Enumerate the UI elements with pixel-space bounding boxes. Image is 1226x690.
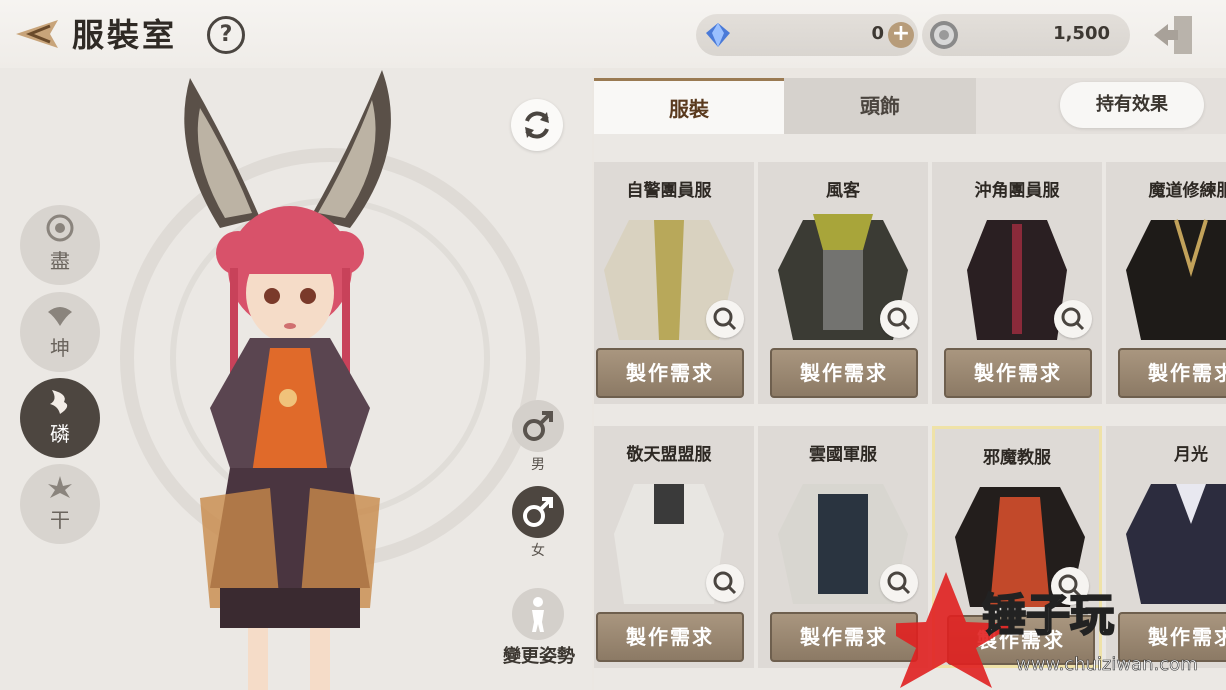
costume-name: 沖角團員服	[974, 181, 1060, 201]
costume-name: 魔道修練服	[1148, 181, 1226, 201]
costume-name: 敬天盟盟服	[626, 445, 712, 465]
craft-requirement-button[interactable]: 製作需求	[1118, 348, 1226, 398]
zoom-icon[interactable]	[706, 564, 744, 602]
craft-requirement-button[interactable]: 製作需求	[596, 348, 744, 398]
back-arrow-icon[interactable]	[10, 14, 62, 54]
exit-door-icon[interactable]	[1150, 12, 1200, 58]
female-icon[interactable]	[512, 486, 564, 538]
watermark-url: www.chuiziwan.com	[1016, 654, 1198, 675]
class-label: 磷	[50, 422, 70, 446]
class-button-lin[interactable]: 磷	[20, 378, 100, 458]
add-gem-button[interactable]: +	[888, 22, 914, 48]
costume-image	[1126, 219, 1226, 340]
owned-effects-button[interactable]: 持有效果	[1060, 82, 1204, 128]
beast-emblem-icon	[48, 307, 72, 326]
costume-card[interactable]: 風客 製作需求	[758, 162, 928, 404]
page-title: 服裝室	[72, 16, 178, 54]
class-label: 干	[50, 508, 70, 532]
tab-costume[interactable]: 服裝	[594, 78, 784, 134]
class-button-gan[interactable]: 干	[20, 464, 100, 544]
pose-figure-icon[interactable]	[512, 588, 564, 640]
female-label: 女	[531, 543, 545, 559]
character-model[interactable]	[160, 68, 420, 690]
gourd-emblem-icon	[46, 214, 74, 242]
costume-card[interactable]: 自警團員服 製作需求	[594, 162, 754, 404]
top-bar: 服裝室 ? 0 + 1,500	[0, 0, 1226, 68]
phoenix-emblem-icon	[50, 390, 68, 414]
silver-currency: 1,500	[922, 14, 1130, 56]
class-label: 盡	[50, 249, 70, 273]
male-label: 男	[531, 457, 545, 473]
zoom-icon[interactable]	[880, 300, 918, 338]
watermark-text: 锤子玩	[982, 590, 1114, 641]
costume-name: 雲國軍服	[809, 445, 877, 465]
lotus-emblem-icon	[48, 476, 72, 498]
costume-name: 月光	[1174, 445, 1208, 465]
silver-amount: 1,500	[1053, 23, 1110, 44]
costume-name: 自警團員服	[626, 181, 712, 201]
costume-card[interactable]: 沖角團員服 製作需求	[932, 162, 1102, 404]
costume-name: 邪魔教服	[983, 448, 1051, 468]
craft-requirement-button[interactable]: 製作需求	[770, 348, 918, 398]
zoom-icon[interactable]	[1054, 300, 1092, 338]
change-pose-label: 變更姿勢	[503, 646, 575, 667]
craft-requirement-button[interactable]: 製作需求	[596, 612, 744, 662]
male-icon[interactable]	[512, 400, 564, 452]
watermark-logo: 锤子玩 www.chuiziwan.com	[896, 572, 1198, 688]
costume-name: 風客	[826, 181, 860, 201]
help-button[interactable]: ?	[207, 16, 245, 54]
tab-headwear[interactable]: 頭飾	[784, 78, 976, 134]
costume-card[interactable]: 敬天盟盟服 製作需求	[594, 426, 754, 668]
gem-amount: 0	[871, 23, 884, 44]
class-button-jin[interactable]: 盡	[20, 205, 100, 285]
silver-coin-icon	[930, 21, 958, 49]
gem-icon	[706, 23, 730, 47]
class-label: 坤	[50, 336, 70, 360]
gem-currency: 0 +	[696, 14, 918, 56]
zoom-icon[interactable]	[706, 300, 744, 338]
class-button-kun[interactable]: 坤	[20, 292, 100, 372]
refresh-icon[interactable]	[511, 99, 563, 151]
craft-requirement-button[interactable]: 製作需求	[944, 348, 1092, 398]
costume-card[interactable]: 魔道修練服 製作需求	[1106, 162, 1226, 404]
